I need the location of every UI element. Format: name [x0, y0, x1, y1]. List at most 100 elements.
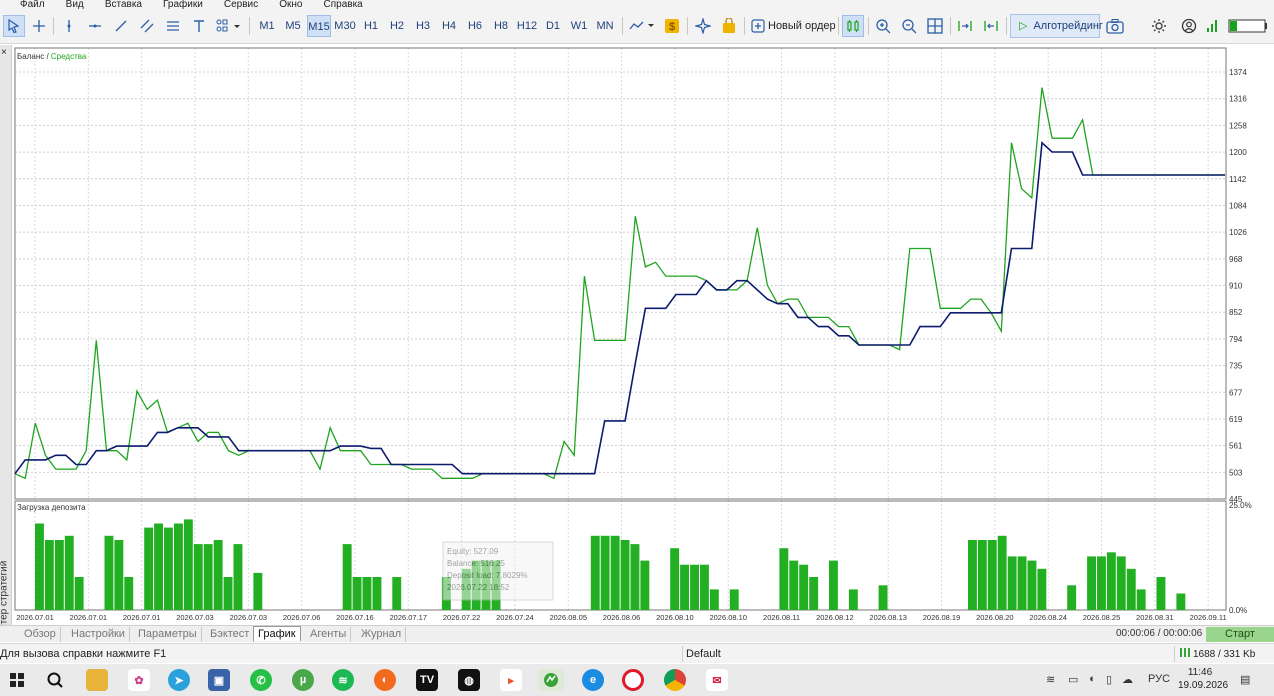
- app-red-arrow-icon[interactable]: ▸: [500, 669, 522, 691]
- timeframe-h1[interactable]: H1: [360, 15, 382, 37]
- keyboard-language[interactable]: РУС: [1148, 673, 1170, 685]
- sparkle-icon[interactable]: [692, 15, 714, 37]
- deposit-load-bar: [124, 577, 134, 610]
- menu-window[interactable]: Окно: [279, 0, 302, 9]
- cursor-icon[interactable]: [3, 15, 25, 37]
- file-explorer-icon[interactable]: [86, 669, 108, 691]
- backtest-chart[interactable]: 1374 1316 1258 1200 1142 1084 1026 968 910 852 794…: [13, 45, 1274, 625]
- zoom-in-icon[interactable]: [872, 15, 894, 37]
- tab-settings[interactable]: Настройки: [67, 627, 130, 642]
- profile-name[interactable]: Default: [686, 648, 721, 660]
- edge-icon[interactable]: e: [582, 669, 604, 691]
- telegram-icon[interactable]: ➤: [168, 669, 190, 691]
- deposit-load-bar: [968, 540, 977, 610]
- windows-start-icon[interactable]: [6, 669, 28, 691]
- x-tick-label: 2026.08.20: [976, 613, 1014, 622]
- scroll-end-icon[interactable]: [954, 15, 976, 37]
- timeframe-mn[interactable]: MN: [593, 15, 617, 37]
- timeframe-h6[interactable]: H6: [464, 15, 486, 37]
- deposit-load-bar: [600, 535, 610, 610]
- timeframe-m15[interactable]: M15: [307, 15, 331, 37]
- chart-shift-icon[interactable]: [980, 15, 1002, 37]
- volume-icon[interactable]: ◖: [1088, 673, 1095, 685]
- chrome-icon[interactable]: [664, 669, 686, 691]
- x-tick-label: 2026.08.31: [1136, 613, 1174, 622]
- settings-gear-icon[interactable]: [1148, 15, 1170, 37]
- shapes-dropdown-icon[interactable]: [214, 15, 244, 37]
- network-traffic: 1688 / 331 Kb: [1193, 649, 1256, 660]
- wifi-icon[interactable]: ≋: [1046, 673, 1055, 686]
- x-tick-label: 2026.07.16: [336, 613, 374, 622]
- close-icon[interactable]: ×: [1, 47, 7, 58]
- channel-icon[interactable]: [136, 15, 158, 37]
- timeframe-m30[interactable]: M30: [333, 15, 357, 37]
- timeframe-h2[interactable]: H2: [386, 15, 408, 37]
- timeframe-m1[interactable]: M1: [256, 15, 278, 37]
- market-bag-icon[interactable]: [718, 15, 740, 37]
- horizontal-line-icon[interactable]: [84, 15, 106, 37]
- tab-inputs[interactable]: Параметры: [134, 627, 202, 642]
- app-orange-icon[interactable]: ◐: [374, 669, 396, 691]
- search-icon[interactable]: [44, 669, 66, 691]
- system-clock[interactable]: 11:46 19.09.2026: [1178, 666, 1228, 692]
- spotify-icon[interactable]: ≋: [332, 669, 354, 691]
- display-icon[interactable]: ▭: [1068, 673, 1078, 686]
- new-order-button[interactable]: Новый ордер: [768, 15, 836, 37]
- opera-icon[interactable]: [622, 669, 644, 691]
- tradingview-icon[interactable]: TV: [416, 669, 438, 691]
- deposit-load-bar: [233, 544, 243, 610]
- menu-charts[interactable]: Графики: [163, 0, 203, 9]
- timeframe-m5[interactable]: M5: [282, 15, 304, 37]
- hover-tooltip: Equity: 527.09 Balance: 516.25 Deposit l…: [442, 541, 554, 601]
- timeframe-h8[interactable]: H8: [490, 15, 512, 37]
- chart-canvas: 1374 1316 1258 1200 1142 1084 1026 968 910 852 794…: [13, 45, 1274, 625]
- menu-insert[interactable]: Вставка: [105, 0, 142, 9]
- vertical-line-icon[interactable]: [58, 15, 80, 37]
- timeframe-h4[interactable]: H4: [438, 15, 460, 37]
- metatrader-icon[interactable]: [538, 669, 564, 691]
- tab-journal[interactable]: Журнал: [357, 627, 407, 642]
- tab-agents[interactable]: Агенты: [306, 627, 352, 642]
- app-checkmail-icon[interactable]: ✉: [706, 669, 728, 691]
- utorrent-icon[interactable]: µ: [292, 669, 314, 691]
- deposit-load-bar: [223, 577, 233, 610]
- menu-tools[interactable]: Сервис: [224, 0, 258, 9]
- zoom-out-icon[interactable]: [898, 15, 920, 37]
- tab-overview[interactable]: Обзор: [20, 627, 61, 642]
- y-tick-label: 561: [1229, 442, 1243, 451]
- timeframe-h3[interactable]: H3: [412, 15, 434, 37]
- start-button[interactable]: Старт: [1206, 627, 1274, 642]
- menu-help[interactable]: Справка: [324, 0, 363, 9]
- account-icon[interactable]: [1178, 15, 1200, 37]
- app-dark-icon[interactable]: ◍: [458, 669, 480, 691]
- dollar-icon[interactable]: $: [662, 15, 682, 37]
- trendline-icon[interactable]: [110, 15, 132, 37]
- whatsapp-icon[interactable]: ✆: [250, 669, 272, 691]
- battery-tray-icon[interactable]: ▯: [1106, 673, 1112, 686]
- menu-file[interactable]: Файл: [20, 0, 45, 9]
- cloud-icon[interactable]: ☁: [1122, 673, 1133, 686]
- algotrading-button[interactable]: ▷ Алготрейдинг: [1010, 14, 1103, 38]
- crosshair-icon[interactable]: [28, 15, 50, 37]
- new-order-icon[interactable]: [750, 15, 766, 37]
- timeframe-d1[interactable]: D1: [542, 15, 564, 37]
- candles-icon[interactable]: [842, 15, 864, 37]
- deposit-load-bar: [54, 540, 64, 610]
- x-tick-label: 2026.07.01: [16, 613, 54, 622]
- timeframe-w1[interactable]: W1: [568, 15, 590, 37]
- fibonacci-icon[interactable]: [162, 15, 184, 37]
- remote-desktop-icon[interactable]: ▣: [208, 669, 230, 691]
- notifications-icon[interactable]: ▤: [1240, 673, 1250, 686]
- tab-graph[interactable]: График: [253, 626, 301, 641]
- timeframe-h12[interactable]: H12: [515, 15, 539, 37]
- help-hint: Для вызова справки нажмите F1: [0, 648, 167, 660]
- paint-app-icon[interactable]: ✿: [128, 669, 150, 691]
- deposit-load-bar: [987, 540, 997, 610]
- deposit-load-bar: [1087, 556, 1096, 610]
- grid-icon[interactable]: [924, 15, 946, 37]
- screenshot-icon[interactable]: [1104, 15, 1126, 37]
- tab-backtest[interactable]: Бэктест: [206, 627, 255, 642]
- text-tool-icon[interactable]: [188, 15, 210, 37]
- menu-view[interactable]: Вид: [66, 0, 84, 9]
- chart-type-dropdown-icon[interactable]: [628, 15, 658, 37]
